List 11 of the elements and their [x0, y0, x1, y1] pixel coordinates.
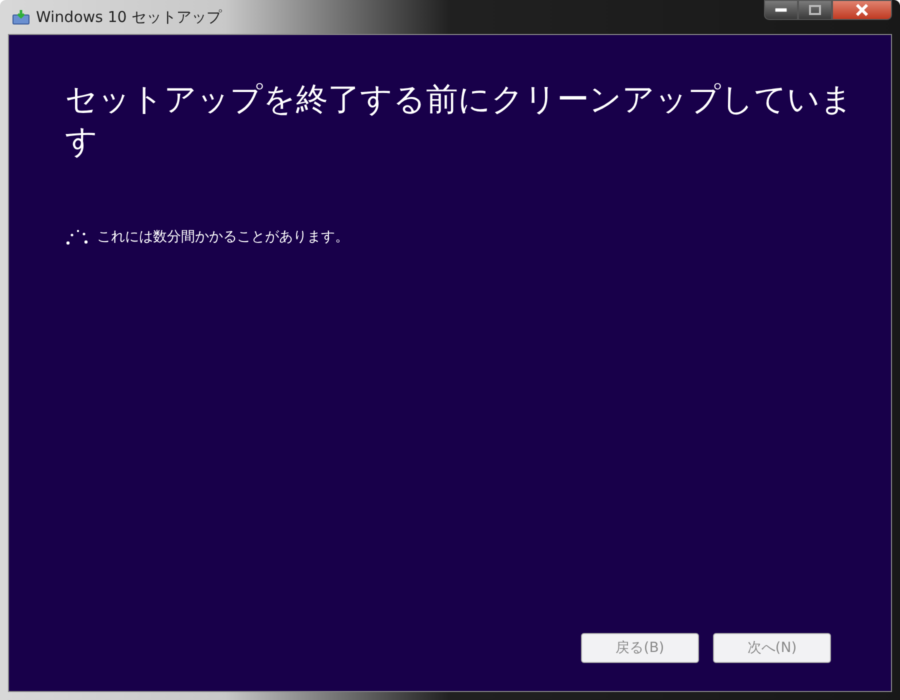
minimize-button[interactable] — [764, 0, 798, 20]
heading: セットアップを終了する前にクリーンアップしています — [65, 79, 854, 162]
maximize-button[interactable] — [798, 0, 832, 20]
close-icon — [855, 4, 869, 16]
minimize-icon — [775, 8, 787, 12]
spinner-icon — [65, 228, 89, 246]
status-text: これには数分間かかることがあります。 — [97, 228, 349, 246]
window-title: Windows 10 セットアップ — [36, 8, 222, 26]
close-button[interactable] — [832, 0, 892, 20]
setup-icon — [12, 9, 30, 25]
maximize-icon — [809, 5, 821, 15]
